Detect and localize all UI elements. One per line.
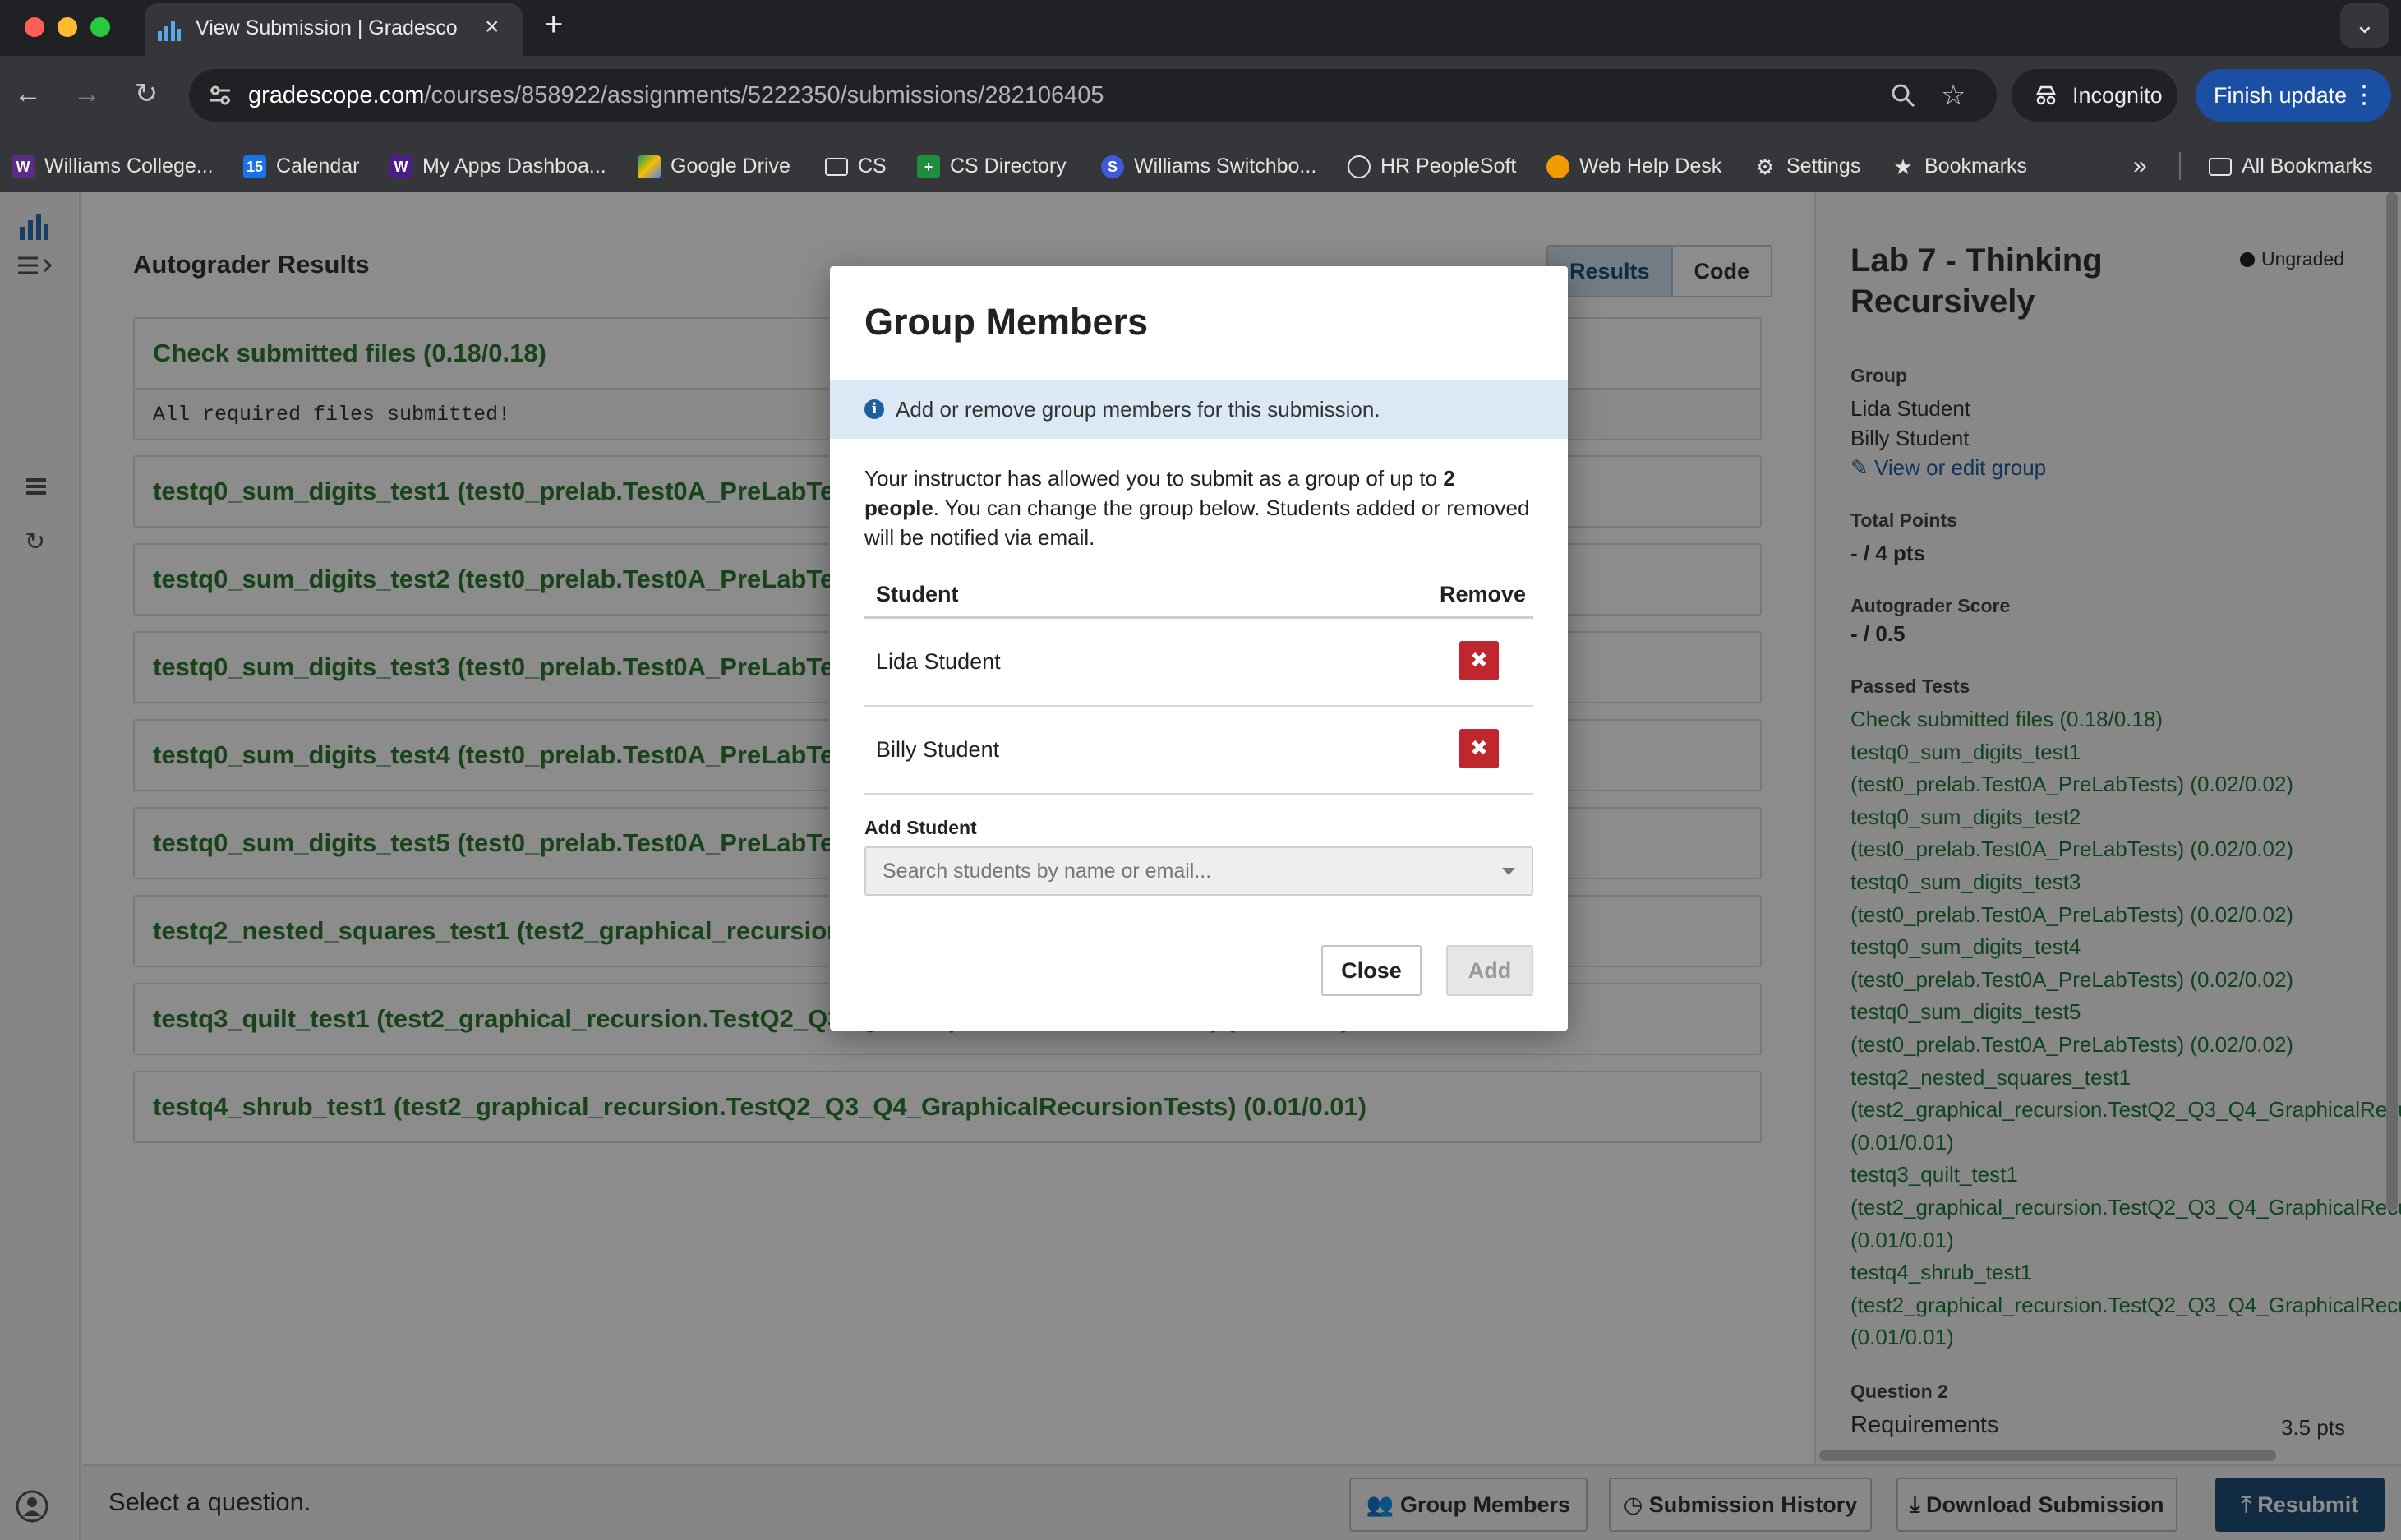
lifebuoy-icon	[1546, 155, 1569, 179]
url-text: gradescope.com/courses/858922/assignment…	[248, 82, 1104, 108]
site-info-icon[interactable]	[205, 81, 235, 110]
member-name: Billy Student	[876, 737, 1000, 762]
bookmark-star-icon[interactable]: ☆	[1941, 79, 1966, 112]
drive-icon	[638, 155, 661, 179]
bookmark-label: HR PeopleSoft	[1380, 154, 1517, 178]
row-divider	[864, 705, 1533, 707]
bookmark-label: My Apps Dashboa...	[422, 154, 606, 178]
maximize-window-button[interactable]	[90, 17, 110, 37]
add-button[interactable]: Add	[1446, 945, 1533, 996]
x-icon: ✖	[1470, 735, 1488, 760]
williams-icon: W	[12, 155, 35, 179]
all-bookmarks-button[interactable]: All Bookmarks	[2209, 140, 2373, 192]
bookmark-google-drive[interactable]: Google Drive	[638, 140, 790, 192]
add-student-label: Add Student	[864, 817, 977, 838]
close-button[interactable]: Close	[1321, 945, 1422, 996]
star-icon: ★	[1893, 154, 1913, 180]
bookmark-settings[interactable]: ⚙ Settings	[1754, 140, 1860, 192]
all-bookmarks-label: All Bookmarks	[2242, 154, 2373, 178]
reload-button[interactable]: ↻	[127, 74, 166, 113]
bookmark-label: Calendar	[276, 154, 360, 178]
info-banner: i Add or remove group members for this s…	[830, 380, 1568, 439]
desc-text: . You can change the group below. Studen…	[864, 496, 1530, 550]
browser-tab[interactable]: View Submission | Gradescope ×	[145, 3, 523, 56]
desc-text: Your instructor has allowed you to submi…	[864, 466, 1444, 491]
tab-title: View Submission | Gradescope	[196, 16, 459, 39]
chevron-down-icon[interactable]	[1502, 868, 1515, 875]
bookmark-williams-college[interactable]: W Williams College...	[12, 140, 214, 192]
globe-icon	[1348, 155, 1371, 179]
back-button[interactable]: ←	[8, 74, 48, 113]
zoom-search-icon[interactable]	[1888, 81, 1918, 110]
finish-update-label: Finish update	[2214, 83, 2348, 108]
table-header-divider	[864, 616, 1533, 619]
incognito-icon	[2035, 85, 2057, 105]
browser-tab-bar: View Submission | Gradescope × + ⌄	[0, 0, 2401, 56]
w-logo-icon: W	[389, 155, 412, 179]
bookmark-label: Settings	[1786, 154, 1861, 178]
row-divider	[864, 793, 1533, 795]
gear-icon: ⚙	[1755, 154, 1775, 180]
bookmark-label: CS	[858, 154, 887, 178]
x-icon: ✖	[1470, 648, 1488, 672]
bookmark-label: Williams College...	[44, 154, 214, 178]
member-name: Lida Student	[876, 649, 1001, 674]
bookmark-bookmarks[interactable]: ★ Bookmarks	[1892, 140, 2027, 192]
minimize-window-button[interactable]	[58, 17, 77, 37]
gradescope-favicon-icon	[158, 21, 181, 41]
student-search-input[interactable]	[864, 846, 1533, 896]
bookmark-cs-directory[interactable]: + CS Directory	[917, 140, 1067, 192]
forward-button[interactable]: →	[67, 74, 107, 113]
remove-member-button[interactable]: ✖	[1459, 641, 1499, 680]
group-members-modal: Group Members i Add or remove group memb…	[830, 266, 1568, 1031]
info-text: Add or remove group members for this sub…	[896, 397, 1380, 422]
bookmark-label: CS Directory	[950, 154, 1067, 178]
incognito-badge[interactable]: Incognito	[2012, 69, 2177, 122]
s-logo-icon: S	[1101, 155, 1124, 179]
calendar-icon: 15	[243, 155, 266, 179]
bookmarks-bar: W Williams College... 15 Calendar W My Apps…	[0, 140, 2401, 192]
bookmark-cs-folder[interactable]: CS	[825, 140, 887, 192]
finish-update-button[interactable]: Finish update ⋮	[2196, 69, 2391, 122]
column-header-student: Student	[876, 582, 959, 606]
modal-title: Group Members	[864, 301, 1149, 343]
info-icon: i	[864, 399, 884, 419]
tab-close-icon[interactable]: ×	[485, 13, 500, 41]
folder-icon	[825, 158, 848, 177]
bookmark-hr-peoplesoft[interactable]: HR PeopleSoft	[1348, 140, 1516, 192]
incognito-label: Incognito	[2072, 83, 2163, 108]
column-header-remove: Remove	[1440, 582, 1527, 606]
plus-sheet-icon: +	[917, 155, 940, 179]
tab-search-dropdown-icon[interactable]: ⌄	[2340, 3, 2389, 48]
bookmark-label: Google Drive	[671, 154, 790, 178]
bookmark-web-help-desk[interactable]: Web Help Desk	[1546, 140, 1721, 192]
address-bar[interactable]: gradescope.com/courses/858922/assignment…	[189, 69, 1997, 122]
bookmark-williams-switchboard[interactable]: S Williams Switchbo...	[1101, 140, 1316, 192]
more-bookmarks-chevron-icon[interactable]: »	[2133, 140, 2147, 192]
folder-icon	[2209, 158, 2232, 177]
bookmark-label: Williams Switchbo...	[1134, 154, 1317, 178]
bookmarks-divider	[2179, 152, 2181, 180]
bookmark-calendar[interactable]: 15 Calendar	[243, 140, 359, 192]
bookmark-label: Bookmarks	[1924, 154, 2028, 178]
more-menu-icon[interactable]: ⋮	[2352, 69, 2376, 122]
bookmark-label: Web Help Desk	[1579, 154, 1722, 178]
remove-member-button[interactable]: ✖	[1459, 729, 1499, 768]
modal-description: Your instructor has allowed you to submi…	[864, 463, 1530, 552]
close-window-button[interactable]	[25, 17, 44, 37]
bookmark-my-apps[interactable]: W My Apps Dashboa...	[389, 140, 606, 192]
new-tab-button[interactable]: +	[544, 7, 563, 44]
